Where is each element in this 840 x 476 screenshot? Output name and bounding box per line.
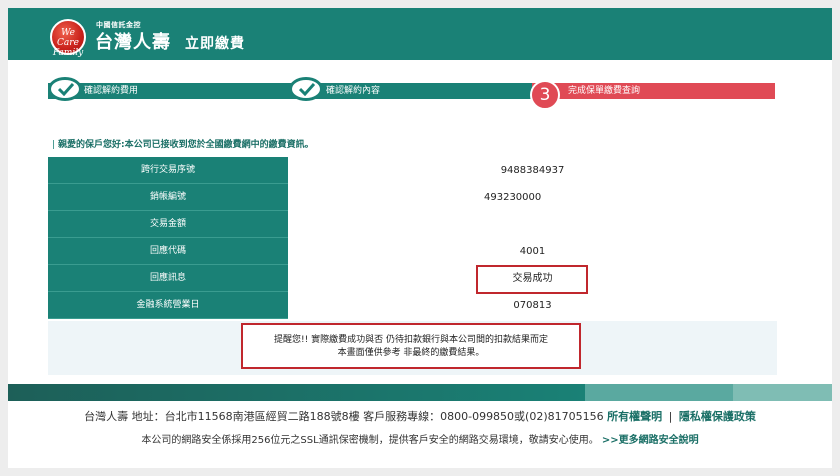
table-row: 回應代碼 4001 bbox=[48, 238, 777, 265]
page-title: 立即繳費 bbox=[185, 36, 245, 52]
row-label: 回應代碼 bbox=[48, 238, 288, 265]
notice-text: 親愛的保戶您好:本公司已接收到您於全國繳費網中的繳費資訊。 bbox=[58, 140, 314, 150]
step-3-label: 完成保單繳費查詢 bbox=[568, 86, 641, 96]
reminder-area: 提醒您!! 實際繳費成功與否 仍待扣款銀行與本公司間的扣款結果而定 本畫面僅供參… bbox=[48, 321, 777, 375]
row-value: 4001 bbox=[288, 238, 777, 265]
footer-security-line: 本公司的網路安全係採用256位元之SSL通訊保密機制，提供客戶安全的網路交易環境… bbox=[8, 431, 832, 446]
notice-message: | 親愛的保戶您好:本公司已接收到您於全國繳費網中的繳費資訊。 bbox=[52, 137, 314, 150]
site-header: We Care Family 中國信託金控 台灣人壽 立即繳費 bbox=[8, 8, 832, 60]
table-row: 金融系統營業日 070813 bbox=[48, 292, 777, 319]
step-1-check-icon bbox=[48, 77, 82, 101]
footer-address-line: 台灣人壽 地址：台北市11568南港區經貿二路188號8樓 客戶服務專線：080… bbox=[8, 408, 832, 424]
footer-band bbox=[8, 384, 832, 401]
row-value bbox=[288, 211, 777, 238]
table-row: 交易金額 bbox=[48, 211, 777, 238]
row-label: 回應訊息 bbox=[48, 265, 288, 292]
copyright-link[interactable]: 所有權聲明 bbox=[607, 410, 662, 423]
reminder-box: 提醒您!! 實際繳費成功與否 仍待扣款銀行與本公司間的扣款結果而定 本畫面僅供參… bbox=[241, 323, 581, 369]
row-value: 070813 bbox=[288, 292, 777, 319]
reminder-line-1: 提醒您!! 實際繳費成功與否 仍待扣款銀行與本公司間的扣款結果而定 bbox=[274, 335, 548, 345]
page-frame: We Care Family 中國信託金控 台灣人壽 立即繳費 確認解約費用 確… bbox=[8, 8, 832, 468]
security-more-link[interactable]: >>更多網路安全說明 bbox=[602, 435, 699, 446]
table-row: 跨行交易序號 9488384937 bbox=[48, 157, 777, 184]
step-3-number: 3 bbox=[530, 80, 560, 110]
step-2-label: 確認解約內容 bbox=[326, 86, 381, 96]
notice-bar: | bbox=[52, 140, 56, 150]
row-label: 跨行交易序號 bbox=[48, 157, 288, 184]
payment-result-table: 跨行交易序號 9488384937 銷帳編號 493230000 交易金額 回應… bbox=[48, 157, 777, 320]
row-label: 交易金額 bbox=[48, 211, 288, 238]
security-text: 本公司的網路安全係採用256位元之SSL通訊保密機制，提供客戶安全的網路交易環境… bbox=[141, 435, 599, 446]
brand-name: 台灣人壽 bbox=[95, 32, 171, 53]
row-value: 493230000 bbox=[288, 184, 777, 211]
row-value: 9488384937 bbox=[288, 157, 777, 184]
logo-icon[interactable]: We Care Family bbox=[50, 19, 86, 58]
footer-separator: | bbox=[668, 410, 673, 423]
response-message-highlight bbox=[476, 265, 588, 294]
reminder-line-2: 本畫面僅供參考 非最終的繳費結果。 bbox=[337, 348, 485, 358]
step-1-label: 確認解約費用 bbox=[84, 86, 139, 96]
row-label: 銷帳編號 bbox=[48, 184, 288, 211]
footer-address: 台灣人壽 地址：台北市11568南港區經貿二路188號8樓 客戶服務專線：080… bbox=[84, 410, 604, 423]
table-row: 銷帳編號 493230000 bbox=[48, 184, 777, 211]
step-2-check-icon bbox=[289, 77, 323, 101]
row-label: 金融系統營業日 bbox=[48, 292, 288, 319]
table-row: 回應訊息 交易成功 bbox=[48, 265, 777, 292]
privacy-link[interactable]: 隱私權保護政策 bbox=[679, 410, 756, 423]
